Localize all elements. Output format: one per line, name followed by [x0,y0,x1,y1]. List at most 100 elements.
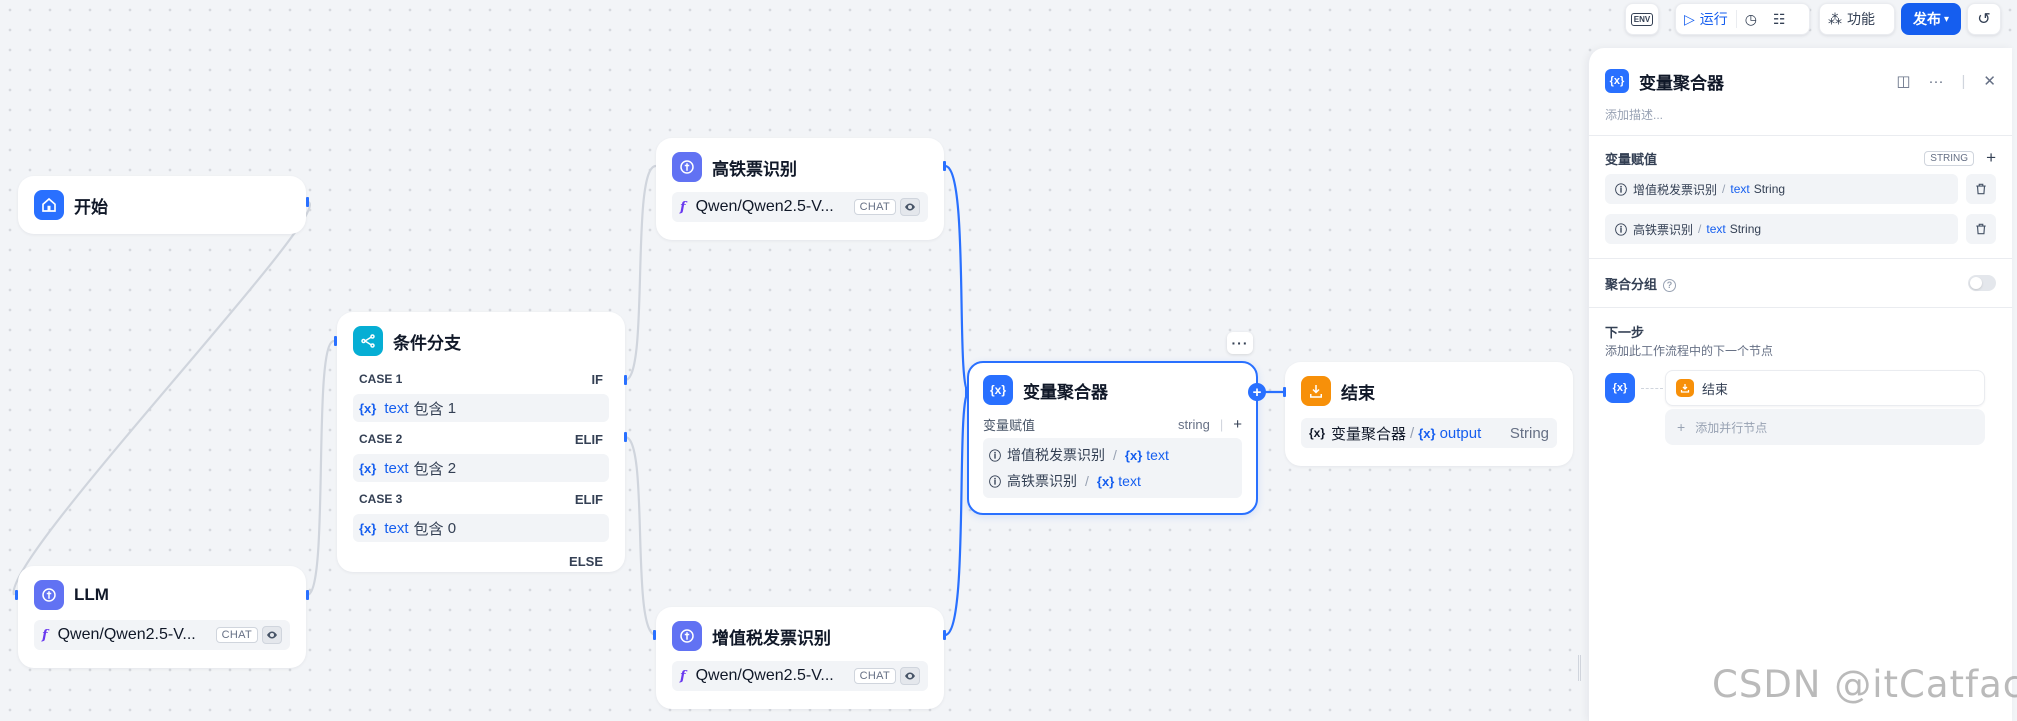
llm-output-handle[interactable] [306,590,309,600]
model-provider-icon: f [42,627,48,643]
source-variable: text [1118,473,1141,489]
edge-branch-train [624,164,657,382]
more-icon[interactable]: ··· [1929,73,1944,90]
delete-button[interactable] [1966,174,1996,204]
train-model-selector[interactable]: f Qwen/Qwen2.5-V... CHAT [672,192,928,222]
split-view-icon[interactable]: ◫ [1896,72,1910,90]
branch-node[interactable]: 条件分支 CASE 1 IF {x} text 包含 1 CASE 2 ELIF… [337,312,625,572]
workflow-canvas[interactable]: 开始 LLM f Qwen/Qwen2.5-V... CHAT 条件分支 CAS… [0,0,1588,721]
variable-icon: {x} [359,460,377,476]
start-node[interactable]: 开始 [18,176,306,234]
edge-branch-vat [624,435,657,637]
plus-icon: + [1677,419,1686,435]
case-1-handle[interactable] [624,375,627,385]
end-input-handle[interactable] [1283,387,1286,397]
train-ticket-node[interactable]: 高铁票识别 f Qwen/Qwen2.5-V... CHAT [656,138,944,240]
group-toggle[interactable] [1968,275,1996,291]
close-icon[interactable]: ✕ [1983,72,1996,90]
history-run-button[interactable]: ◷ [1737,6,1765,32]
llm-input-handle[interactable] [15,590,18,600]
history-icon[interactable]: ↺ [1977,9,1990,29]
run-button[interactable]: ▷ 运行 [1676,6,1736,32]
case-2-header: CASE 2 ELIF [359,428,603,450]
checklist-button[interactable]: ☷ [1765,6,1794,32]
add-icon[interactable]: + [1986,148,1996,168]
panel-variable-row: ⓘ 高铁票识别 / text String [1605,214,1996,244]
vat-model-selector[interactable]: f Qwen/Qwen2.5-V... CHAT [672,661,928,691]
variable-selector[interactable]: ⓘ 增值税发票识别 / text String [1605,174,1958,204]
aggregator-assign-row: 变量赋值 string | + [983,416,1242,433]
branch-icon [353,326,383,356]
variable-icon-text: {x} [1609,75,1625,87]
llm-model-selector[interactable]: f Qwen/Qwen2.5-V... CHAT [34,620,290,650]
variable-icon: {x} [359,520,377,536]
publish-button[interactable]: 发布 ▾ [1901,3,1961,35]
llm-node-title: LLM [74,585,109,604]
condition-value: 1 [447,399,457,417]
aggregator-variable-list: ⓘ 增值税发票识别 / {x} text ⓘ 高铁票识别 / {x} text [983,438,1242,498]
aggregator-input-handle[interactable] [965,387,968,397]
eye-icon[interactable] [262,626,282,644]
end-node-title: 结束 [1341,383,1375,403]
variable-selector[interactable]: ⓘ 高铁票识别 / text String [1605,214,1958,244]
branch-node-title: 条件分支 [393,333,461,353]
case-1-header: CASE 1 IF [359,368,603,390]
add-next-node-button[interactable]: + [1248,383,1266,401]
llm-icon [672,621,702,651]
train-mode-chip: CHAT [853,199,896,215]
vat-invoice-node[interactable]: 增值税发票识别 f Qwen/Qwen2.5-V... CHAT [656,607,944,709]
add-icon[interactable]: + [1233,416,1242,433]
llm-icon [34,580,64,610]
node-more-button[interactable]: ··· [1227,332,1253,354]
model-provider-icon: f [680,668,686,684]
aggregator-type: string [1178,417,1210,432]
end-output-variable[interactable]: {x} 变量聚合器 / {x} output String [1301,418,1557,448]
eye-icon[interactable] [900,198,920,216]
next-step-subtitle: 添加此工作流程中的下一个节点 [1605,344,1774,358]
panel-description[interactable]: 添加描述... [1605,106,1996,123]
case-2-condition[interactable]: {x} text 包含 2 [353,454,609,482]
case-1-condition[interactable]: {x} text 包含 1 [353,394,609,422]
delete-button[interactable] [1966,214,1996,244]
edge-vat-agg [944,390,971,637]
vat-input-handle[interactable] [653,630,656,640]
next-node-card[interactable]: 结束 [1665,370,1985,406]
branch-input-handle[interactable] [334,336,337,346]
home-icon [34,190,64,220]
node-config-panel: {x} 变量聚合器 ◫ ··· | ✕ 添加描述... 变量赋值 STRING … [1588,48,2012,721]
llm-mode-chip: CHAT [215,627,258,643]
case-2-handle[interactable] [624,432,627,442]
add-parallel-node-button[interactable]: + 添加并行节点 [1665,409,1985,445]
aggregator-variable-item[interactable]: ⓘ 高铁票识别 / {x} text [989,468,1236,494]
chevron-down-icon: ▾ [1943,13,1950,25]
eye-icon[interactable] [900,667,920,685]
aggregator-node[interactable]: {x} 变量聚合器 变量赋值 string | + ⓘ 增值税发票识别 / {x} … [967,361,1258,515]
variable-icon: {x} [983,375,1013,405]
assign-section-label: 变量赋值 [1605,151,1658,167]
condition-operator: 包含 [413,460,444,478]
end-node[interactable]: 结束 {x} 变量聚合器 / {x} output String [1285,362,1573,466]
condition-operator: 包含 [413,520,444,538]
condition-value: 2 [447,459,457,477]
scroll-handle[interactable] [1578,655,1581,681]
start-output-handle[interactable] [306,197,309,207]
aggregator-variable-item[interactable]: ⓘ 增值税发票识别 / {x} text [989,442,1236,468]
llm-icon: ⓘ [989,448,1002,463]
aggregator-node-title: 变量聚合器 [1023,382,1108,402]
llm-node[interactable]: LLM f Qwen/Qwen2.5-V... CHAT [18,566,306,668]
variable-icon: {x} [1418,425,1436,441]
features-button[interactable]: ⁂ 功能 [1820,6,1883,32]
end-source-node: 变量聚合器 [1331,425,1407,443]
env-icon[interactable]: ENV [1630,12,1654,26]
case-3-header: CASE 3 ELIF [359,488,603,510]
case-3-condition[interactable]: {x} text 包含 0 [353,514,609,542]
llm-model-name: Qwen/Qwen2.5-V... [57,626,196,643]
vat-output-handle[interactable] [943,630,946,640]
help-icon[interactable]: ? [1663,278,1677,292]
train-output-handle[interactable] [943,161,946,171]
source-node-name: 增值税发票识别 [1633,182,1718,197]
end-icon [1676,379,1694,397]
train-node-title: 高铁票识别 [712,159,797,179]
panel-title[interactable]: 变量聚合器 [1639,69,1896,94]
features-toolbar: ⁂ 功能 [1819,3,1895,35]
